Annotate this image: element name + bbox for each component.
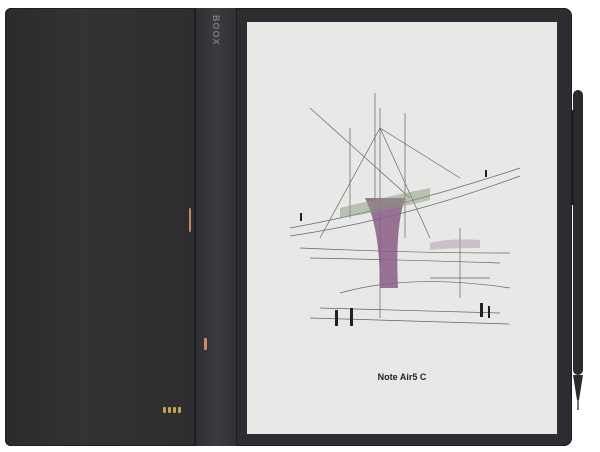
folio-cover [5,8,195,446]
pogo-pins [163,407,184,413]
power-indicator [204,338,207,350]
architectural-sketch-illustration [289,93,521,326]
cover-magnetic-edge [189,208,191,232]
device-spine [195,8,237,446]
brand-logo: BOOX [211,15,221,46]
screen-caption: Note Air5 C [377,372,427,382]
stylus-pen[interactable] [572,90,584,410]
